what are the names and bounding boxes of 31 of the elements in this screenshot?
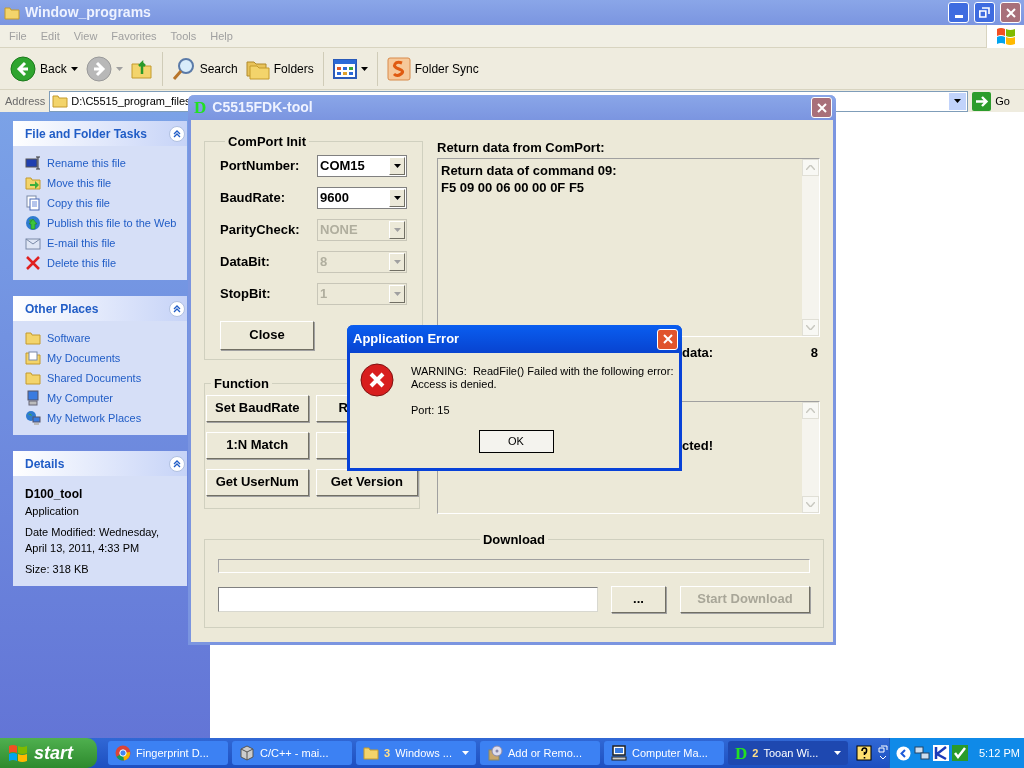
panel-title: Details: [25, 455, 65, 473]
file-type: Application: [25, 504, 80, 519]
status-text: cted!: [682, 438, 714, 453]
address-label: Address: [5, 93, 46, 109]
group-title: ComPort Init: [227, 133, 307, 151]
group-title: Function: [213, 375, 270, 393]
field-label: DataBit:: [220, 252, 271, 271]
error-message: Access is denied.: [411, 378, 498, 391]
file-name: D100_tool: [25, 486, 84, 503]
field-label: PortNumber:: [220, 156, 301, 175]
dialog-title: Application Error: [353, 330, 461, 349]
group-title: Download: [481, 531, 547, 549]
detail-text: Date Modified: Wednesday, April 13, 2011, 4:33 PM: [25, 524, 161, 556]
field-label: ParityCheck:: [220, 220, 301, 239]
app-logo: D: [194, 99, 207, 116]
app-logo: D: [735, 744, 748, 762]
window-title: Window_programs: [25, 3, 152, 22]
error-message: WARNING: ReadFile() Failed with the following error:: [411, 365, 674, 378]
detail-text: Size: 318 KB: [25, 561, 90, 577]
section-label: Return data from ComPort:: [437, 139, 606, 157]
window-title: C5515FDK-tool: [212, 98, 314, 117]
output-line: F5 09 00 06 00 00 0F F5: [441, 179, 586, 196]
field-label: BaudRate:: [220, 188, 286, 207]
panel-title: Other Places: [25, 300, 99, 318]
count-label: data:: [682, 344, 714, 363]
error-detail: Port: 15: [411, 404, 451, 417]
count-value: 8: [810, 344, 818, 363]
clock: 5:12 PM: [978, 745, 1020, 761]
output-line: Return data of command 09:: [441, 162, 618, 179]
field-label: StopBit:: [220, 284, 272, 303]
panel-title: File and Folder Tasks: [25, 125, 147, 143]
